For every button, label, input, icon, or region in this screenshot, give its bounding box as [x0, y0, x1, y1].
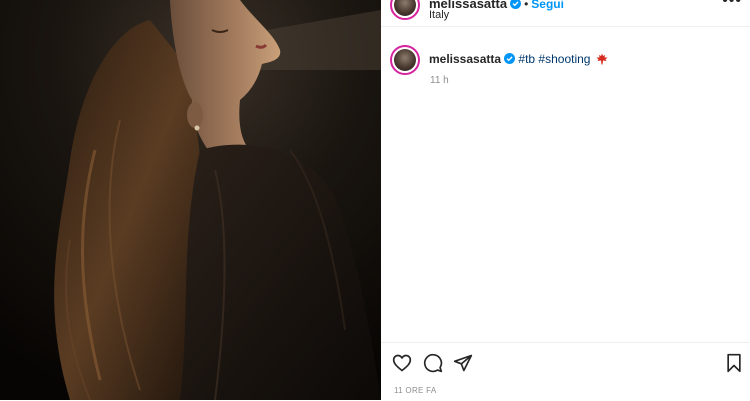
post-header: melissasatta • Segui Italy •••	[381, 0, 750, 27]
follow-button[interactable]: Segui	[531, 0, 564, 11]
post-location[interactable]: Italy	[429, 9, 449, 21]
paper-plane-icon[interactable]	[453, 353, 473, 373]
author-avatar[interactable]	[390, 0, 420, 20]
author-line: melissasatta • Segui	[429, 0, 564, 13]
maple-leaf-icon	[596, 53, 608, 65]
action-bar: 11 ORE FA	[381, 342, 750, 401]
verified-badge-icon	[510, 0, 522, 9]
more-options-icon[interactable]: •••	[722, 0, 742, 10]
portrait-image	[0, 0, 381, 400]
separator-dot: •	[524, 0, 529, 11]
post-date[interactable]: 11 ORE FA	[394, 386, 437, 395]
heart-icon[interactable]	[392, 353, 412, 373]
post-caption: melissasatta #tb #shooting	[429, 52, 608, 66]
verified-badge-icon	[504, 53, 516, 64]
hashtag-link[interactable]: #shooting	[538, 52, 590, 66]
caption-avatar[interactable]	[390, 45, 420, 75]
caption-time: 11 h	[430, 75, 449, 86]
post-photo[interactable]	[0, 0, 381, 400]
caption-username[interactable]: melissasatta	[429, 52, 501, 66]
bookmark-icon[interactable]	[724, 353, 744, 373]
hashtag-link[interactable]: #tb	[518, 52, 535, 66]
comment-icon[interactable]	[423, 353, 443, 373]
post-side-panel: melissasatta • Segui Italy ••• melissasatt…	[381, 0, 750, 400]
